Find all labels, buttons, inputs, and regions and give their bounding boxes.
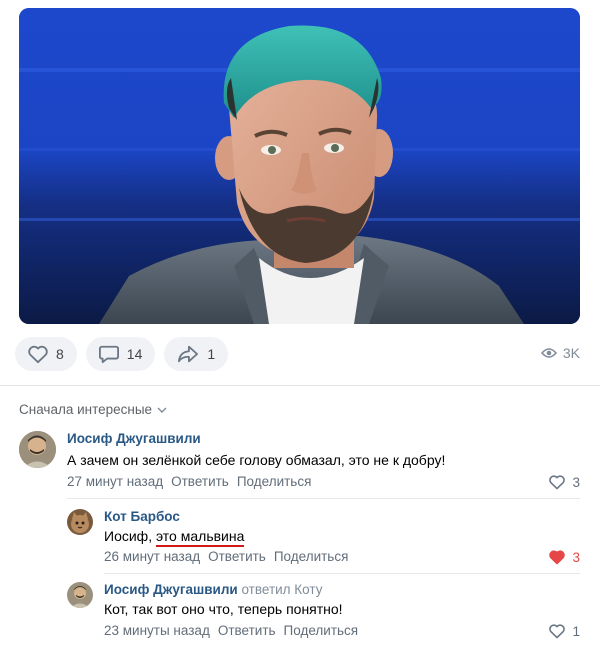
comment-text-prefix: Иосиф, (104, 528, 156, 544)
reply-button[interactable]: Ответить (218, 623, 276, 638)
sort-label: Сначала интересные (19, 402, 153, 417)
post-actions: 8 14 1 (15, 337, 229, 371)
heart-icon (549, 475, 566, 490)
avatar-image (19, 431, 56, 468)
comment-text: А зачем он зелёнкой себе голову обмазал,… (67, 452, 446, 468)
comment-like-count: 1 (572, 623, 580, 639)
like-count: 8 (56, 346, 64, 362)
comments-sort-dropdown[interactable]: Сначала интересные (19, 402, 167, 417)
comment-text: Кот, так вот оно что, теперь понятно! (104, 601, 343, 617)
comment-icon (98, 345, 119, 364)
comment-time[interactable]: 23 минуты назад (104, 623, 210, 638)
views-count: 3K (562, 345, 580, 361)
reply-button[interactable]: Ответить (171, 474, 229, 489)
highlighted-text: это мальвина (155, 528, 245, 547)
avatar[interactable] (19, 431, 56, 468)
comment-author[interactable]: Иосиф Джугашвили (67, 431, 201, 446)
comment-separator (67, 498, 580, 499)
comment-like-button[interactable]: 3 (548, 474, 580, 490)
comment-author[interactable]: Кот Барбос (104, 509, 180, 524)
replied-to-label[interactable]: ответил Коту (241, 582, 322, 597)
divider (0, 385, 600, 386)
share-arrow-icon (178, 345, 199, 363)
comment-button[interactable]: 14 (85, 337, 156, 371)
photo-illustration (19, 8, 580, 324)
heart-icon (549, 624, 566, 639)
like-button[interactable]: 8 (15, 337, 77, 371)
comment-author-link[interactable]: Иосиф Джугашвили (104, 582, 238, 597)
share-comment-button[interactable]: Поделиться (237, 474, 312, 489)
avatar[interactable] (67, 509, 93, 535)
comment-separator (104, 573, 580, 574)
comment-like-button[interactable]: 1 (548, 623, 580, 639)
avatar-image (67, 582, 93, 608)
comment-like-count: 3 (572, 549, 580, 565)
avatar-image (67, 509, 93, 535)
share-button[interactable]: 1 (164, 337, 229, 371)
avatar[interactable] (67, 582, 93, 608)
share-count: 1 (207, 346, 216, 362)
comment-like-button[interactable]: 3 (548, 549, 580, 565)
comment-text: Иосиф, это мальвина (104, 528, 245, 547)
reply-button[interactable]: Ответить (208, 549, 266, 564)
post-photo[interactable] (19, 8, 580, 324)
chevron-down-icon (157, 407, 167, 413)
heart-icon (28, 345, 48, 364)
comment-meta: 27 минут назад Ответить Поделиться (67, 474, 311, 489)
eye-icon (540, 348, 557, 358)
comment-meta: 23 минуты назад Ответить Поделиться (104, 623, 358, 638)
comment-author: Иосиф Джугашвили ответил Коту (104, 582, 322, 597)
share-comment-button[interactable]: Поделиться (284, 623, 359, 638)
comment-count: 14 (126, 346, 143, 362)
share-comment-button[interactable]: Поделиться (274, 549, 349, 564)
heart-filled-icon (549, 550, 566, 565)
comment-like-count: 3 (572, 474, 580, 490)
comment-time[interactable]: 27 минут назад (67, 474, 163, 489)
views-counter: 3K (540, 345, 580, 361)
comment-meta: 26 минут назад Ответить Поделиться (104, 549, 348, 564)
comment-time[interactable]: 26 минут назад (104, 549, 200, 564)
